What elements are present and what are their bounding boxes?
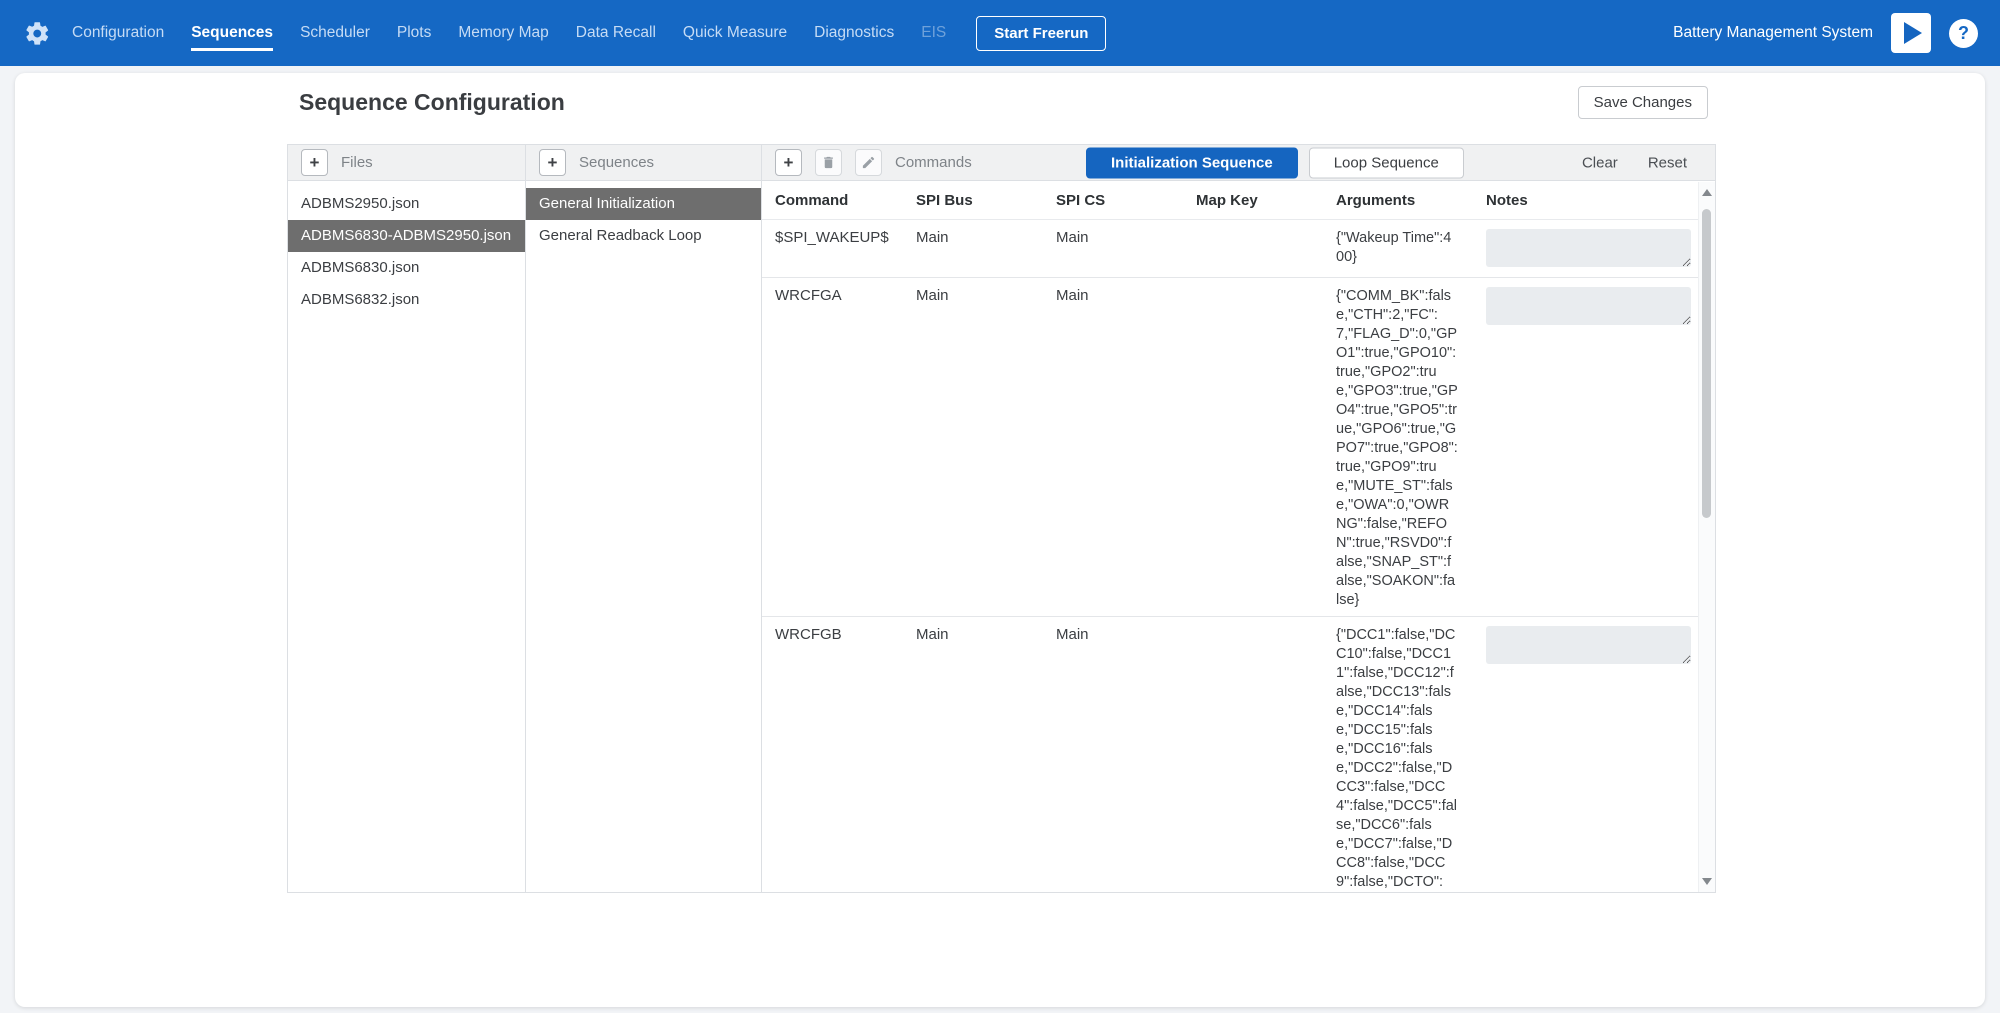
nav-plots[interactable]: Plots: [397, 24, 431, 42]
app-window: Configuration Sequences Scheduler Plots …: [0, 0, 2000, 1013]
notes-input[interactable]: [1486, 626, 1691, 664]
table-row[interactable]: $SPI_WAKEUP$ Main Main {"Wakeup Time":40…: [762, 220, 1698, 278]
cell-notes: [1486, 287, 1691, 329]
files-panel: + Files ADBMS2950.json ADBMS6830-ADBMS29…: [288, 145, 526, 892]
page-title: Sequence Configuration: [299, 89, 565, 116]
add-command-button[interactable]: +: [775, 149, 802, 176]
sequence-item[interactable]: General Readback Loop: [526, 220, 761, 252]
topbar-right-cluster: Battery Management System ?: [1673, 13, 1978, 53]
nav-eis: EIS: [921, 24, 946, 42]
reset-button[interactable]: Reset: [1648, 154, 1687, 171]
cell-spi-bus: Main: [916, 229, 1056, 246]
cell-spi-bus: Main: [916, 287, 1056, 304]
scroll-up-arrow-icon[interactable]: [1702, 189, 1712, 196]
sequence-config-panels: + Files ADBMS2950.json ADBMS6830-ADBMS29…: [287, 144, 1716, 893]
cell-spi-cs: Main: [1056, 287, 1196, 304]
nav-quick-measure[interactable]: Quick Measure: [683, 24, 787, 42]
cell-arguments: {"DCC1":false,"DCC10":false,"DCC11":fals…: [1336, 626, 1458, 892]
commands-table-header: Command SPI Bus SPI CS Map Key Arguments…: [762, 182, 1715, 220]
table-row[interactable]: WRCFGB Main Main {"DCC1":false,"DCC10":f…: [762, 617, 1698, 892]
sequences-panel-header: + Sequences: [526, 145, 761, 181]
col-command: Command: [775, 192, 916, 209]
play-triangle-icon: [1904, 22, 1922, 44]
scroll-down-arrow-icon[interactable]: [1702, 878, 1712, 885]
col-spi-cs: SPI CS: [1056, 192, 1196, 209]
main-nav: Configuration Sequences Scheduler Plots …: [72, 24, 946, 42]
sequences-panel: + Sequences General Initialization Gener…: [526, 145, 762, 892]
tab-loop-sequence[interactable]: Loop Sequence: [1309, 147, 1464, 178]
save-changes-button[interactable]: Save Changes: [1578, 86, 1708, 119]
nav-diagnostics[interactable]: Diagnostics: [814, 24, 894, 42]
nav-configuration[interactable]: Configuration: [72, 24, 164, 42]
cell-notes: [1486, 229, 1691, 271]
files-panel-header: + Files: [288, 145, 525, 181]
cell-notes: [1486, 626, 1691, 668]
table-scrollbar[interactable]: [1698, 182, 1715, 892]
commands-table-body: $SPI_WAKEUP$ Main Main {"Wakeup Time":40…: [762, 220, 1698, 892]
gear-icon: [24, 20, 51, 47]
sequences-panel-title: Sequences: [579, 154, 654, 171]
file-item[interactable]: ADBMS2950.json: [288, 188, 525, 220]
commands-panel-title: Commands: [895, 154, 972, 171]
cell-command: $SPI_WAKEUP$: [775, 229, 916, 246]
cell-command: WRCFGB: [775, 626, 916, 643]
nav-sequences[interactable]: Sequences: [191, 24, 273, 42]
pencil-icon: [861, 155, 876, 170]
sequence-type-tabs: Initialization Sequence Loop Sequence: [1086, 147, 1464, 178]
col-arguments: Arguments: [1336, 192, 1486, 209]
sequence-item-selected[interactable]: General Initialization: [526, 188, 761, 220]
nav-scheduler[interactable]: Scheduler: [300, 24, 370, 42]
add-file-button[interactable]: +: [301, 149, 328, 176]
cell-spi-bus: Main: [916, 626, 1056, 643]
help-icon[interactable]: ?: [1949, 19, 1978, 48]
files-panel-title: Files: [341, 154, 373, 171]
files-list: ADBMS2950.json ADBMS6830-ADBMS2950.json …: [288, 188, 525, 316]
notes-input[interactable]: [1486, 287, 1691, 325]
nav-data-recall[interactable]: Data Recall: [576, 24, 656, 42]
add-sequence-button[interactable]: +: [539, 149, 566, 176]
nav-memory-map[interactable]: Memory Map: [458, 24, 548, 42]
col-notes: Notes: [1486, 192, 1695, 209]
start-freerun-button[interactable]: Start Freerun: [976, 16, 1106, 51]
commands-table: Command SPI Bus SPI CS Map Key Arguments…: [762, 182, 1715, 892]
scrollbar-thumb[interactable]: [1702, 209, 1711, 518]
col-spi-bus: SPI Bus: [916, 192, 1056, 209]
cell-arguments: {"Wakeup Time":400}: [1336, 229, 1458, 267]
notes-input[interactable]: [1486, 229, 1691, 267]
file-item[interactable]: ADBMS6830.json: [288, 252, 525, 284]
content-card: Sequence Configuration Save Changes + Fi…: [15, 73, 1985, 1007]
delete-command-button[interactable]: [815, 149, 842, 176]
top-nav-bar: Configuration Sequences Scheduler Plots …: [0, 0, 2000, 66]
settings-gear-icon[interactable]: [22, 18, 52, 48]
commands-panel-header: + Commands Initialization Sequence Loop …: [762, 145, 1715, 181]
edit-command-button[interactable]: [855, 149, 882, 176]
table-action-links: Clear Reset: [1582, 154, 1687, 171]
cell-arguments: {"COMM_BK":false,"CTH":2,"FC":7,"FLAG_D"…: [1336, 287, 1458, 610]
file-item[interactable]: ADBMS6832.json: [288, 284, 525, 316]
table-row[interactable]: WRCFGA Main Main {"COMM_BK":false,"CTH":…: [762, 278, 1698, 617]
cell-spi-cs: Main: [1056, 626, 1196, 643]
file-item-selected[interactable]: ADBMS6830-ADBMS2950.json: [288, 220, 525, 252]
tab-initialization-sequence[interactable]: Initialization Sequence: [1086, 147, 1298, 178]
play-button-icon[interactable]: [1891, 13, 1931, 53]
clear-button[interactable]: Clear: [1582, 154, 1618, 171]
cell-command: WRCFGA: [775, 287, 916, 304]
trash-icon: [821, 155, 836, 170]
col-map-key: Map Key: [1196, 192, 1336, 209]
cell-spi-cs: Main: [1056, 229, 1196, 246]
sequences-list: General Initialization General Readback …: [526, 188, 761, 252]
app-title: Battery Management System: [1673, 24, 1873, 42]
commands-panel: + Commands Initialization Sequence Loop …: [762, 145, 1715, 892]
